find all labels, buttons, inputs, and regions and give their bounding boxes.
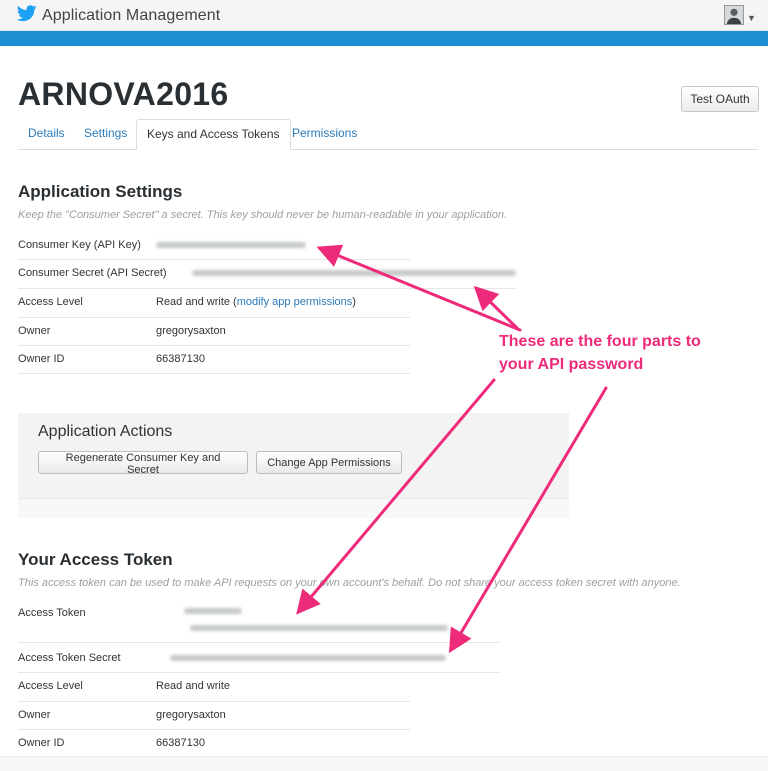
table-row: Owner gregorysaxton — [18, 317, 410, 346]
token-owner-id-label: Owner ID — [18, 737, 65, 749]
user-avatar[interactable] — [724, 5, 744, 25]
application-actions-title: Application Actions — [38, 423, 173, 440]
access-level-value: Read and write (modify app permissions) — [156, 296, 356, 308]
change-app-permissions-button[interactable]: Change App Permissions — [256, 451, 402, 474]
access-token-secret-label: Access Token Secret — [18, 652, 121, 664]
owner-id-label: Owner ID — [18, 353, 65, 365]
consumer-key-value-redacted — [156, 242, 306, 248]
panel-footer — [18, 498, 569, 518]
access-token-description: This access token can be used to make AP… — [18, 577, 681, 589]
access-token-title: Your Access Token — [18, 550, 173, 569]
consumer-secret-label: Consumer Secret (API Secret) — [18, 267, 167, 279]
token-owner-value: gregorysaxton — [156, 709, 226, 721]
access-level-label: Access Level — [18, 296, 83, 308]
brand[interactable]: Application Management — [16, 5, 221, 27]
application-settings-description: Keep the "Consumer Secret" a secret. Thi… — [18, 209, 508, 221]
table-row: Consumer Key (API Key) — [18, 231, 410, 260]
table-row: Access Token — [18, 599, 500, 643]
table-row: Consumer Secret (API Secret) — [18, 259, 516, 289]
caret-down-icon[interactable]: ▼ — [747, 13, 756, 23]
token-owner-id-value: 66387130 — [156, 737, 205, 749]
tab-settings[interactable]: Settings — [74, 119, 137, 148]
tab-bar: Details Settings Keys and Access Tokens … — [18, 119, 758, 150]
token-access-level-label: Access Level — [18, 680, 83, 692]
table-row: Access Level Read and write — [18, 672, 410, 702]
twitter-bird-icon — [16, 5, 37, 27]
access-token-secret-value-redacted — [170, 655, 446, 661]
owner-label: Owner — [18, 325, 51, 337]
tab-keys-and-access-tokens[interactable]: Keys and Access Tokens — [136, 119, 291, 150]
accent-bar — [0, 31, 768, 46]
app-title: ARNOVA2016 — [18, 76, 229, 112]
top-navigation-bar: Application Management ▼ — [0, 0, 768, 31]
table-row: Owner ID 66387130 — [18, 345, 410, 374]
annotation-callout: These are the four parts to your API pas… — [499, 330, 759, 376]
owner-value: gregorysaxton — [156, 325, 226, 337]
access-token-value-redacted — [184, 608, 242, 614]
table-row: Access Level Read and write (modify app … — [18, 288, 410, 318]
consumer-secret-value-redacted — [192, 270, 516, 276]
application-actions-panel: Application Actions Regenerate Consumer … — [18, 413, 569, 518]
application-settings-title: Application Settings — [18, 182, 183, 201]
consumer-key-label: Consumer Key (API Key) — [18, 239, 141, 251]
owner-id-value: 66387130 — [156, 353, 205, 365]
annotation-line-2: your API password — [499, 356, 644, 373]
table-row: Owner gregorysaxton — [18, 701, 410, 730]
table-row: Access Token Secret — [18, 642, 500, 673]
access-token-value-redacted — [190, 625, 448, 631]
modify-app-permissions-link[interactable]: modify app permissions — [237, 296, 353, 308]
annotation-line-1: These are the four parts to — [499, 333, 701, 350]
access-token-label: Access Token — [18, 607, 86, 619]
arrow-to-consumer-secret — [473, 285, 519, 330]
tab-permissions[interactable]: Permissions — [282, 119, 367, 148]
test-oauth-button[interactable]: Test OAuth — [681, 86, 759, 112]
table-row: Owner ID 66387130 — [18, 729, 410, 756]
token-access-level-value: Read and write — [156, 680, 230, 692]
token-owner-label: Owner — [18, 709, 51, 721]
page-bottom-divider — [0, 756, 768, 771]
regenerate-consumer-key-button[interactable]: Regenerate Consumer Key and Secret — [38, 451, 248, 476]
brand-title: Application Management — [42, 7, 221, 24]
tab-details[interactable]: Details — [18, 119, 75, 148]
